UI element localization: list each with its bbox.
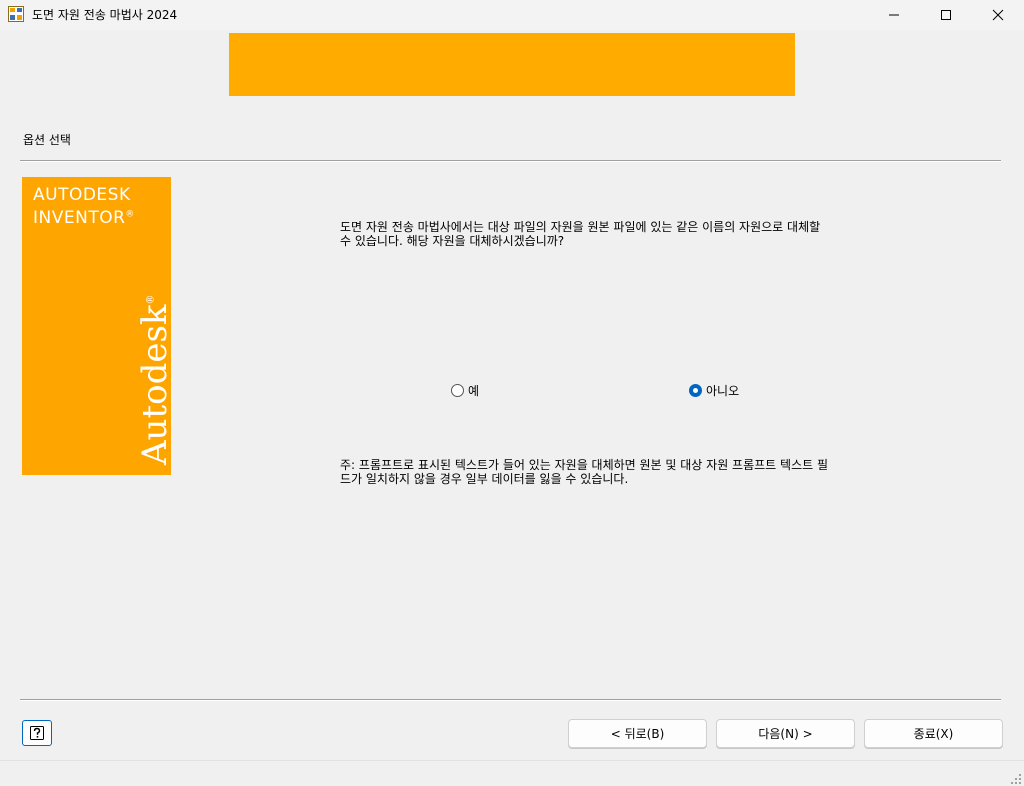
back-button[interactable]: < 뒤로(B): [568, 719, 707, 748]
status-bar: [0, 760, 1024, 786]
registered-mark: ®: [125, 209, 135, 220]
maximize-button[interactable]: [920, 0, 972, 30]
logo-text-inventor: INVENTOR®: [33, 208, 135, 228]
note-line-2: 드가 일치하지 않을 경우 일부 데이터를 잃을 수 있습니다.: [340, 472, 629, 486]
autodesk-vertical-logo: Autodesk®: [135, 294, 175, 465]
question-text: 도면 자원 전송 마법사에서는 대상 파일의 자원을 원본 파일에 있는 같은 …: [340, 220, 940, 248]
window-title: 도면 자원 전송 마법사 2024: [32, 8, 178, 22]
question-line-1: 도면 자원 전송 마법사에서는 대상 파일의 자원을 원본 파일에 있는 같은 …: [340, 220, 821, 234]
product-logo-panel: AUTODESK INVENTOR® Autodesk®: [22, 177, 175, 475]
logo-text-autodesk: AUTODESK: [33, 185, 131, 205]
logo-line1: AUTODESK: [33, 185, 131, 205]
header-banner: [229, 33, 795, 96]
logo-line2: INVENTOR: [33, 208, 126, 228]
section-title: 옵션 선택: [23, 133, 71, 147]
radio-unchecked-icon[interactable]: [451, 384, 464, 397]
divider-bottom: [20, 699, 1001, 701]
help-icon: [30, 726, 44, 740]
finish-button[interactable]: 종료(X): [864, 719, 1003, 748]
minimize-button[interactable]: [868, 0, 920, 30]
resize-grip-icon[interactable]: [1010, 773, 1022, 785]
logo-vertical-text: Autodesk: [135, 304, 175, 465]
radio-checked-icon[interactable]: [689, 384, 702, 397]
radio-option-yes[interactable]: 예: [451, 382, 479, 399]
wizard-window: 도면 자원 전송 마법사 2024 옵션 선택 AUTODESK INVENTO…: [0, 0, 1024, 786]
divider-top: [20, 160, 1001, 162]
maximize-icon: [941, 10, 951, 20]
minimize-icon: [889, 14, 899, 16]
help-button[interactable]: [22, 720, 52, 746]
close-icon: [992, 9, 1004, 21]
app-icon: [8, 6, 24, 22]
note-line-1: 주: 프롬프트로 표시된 텍스트가 들어 있는 자원을 대체하면 원본 및 대상…: [340, 458, 829, 472]
question-line-2: 수 있습니다. 해당 자원을 대체하시겠습니까?: [340, 234, 565, 248]
radio-option-no[interactable]: 아니오: [689, 382, 739, 399]
title-bar: 도면 자원 전송 마법사 2024: [0, 0, 1024, 30]
close-button[interactable]: [972, 0, 1024, 30]
radio-label-yes: 예: [468, 384, 480, 398]
vertical-registered-mark: ®: [145, 294, 157, 305]
note-text: 주: 프롬프트로 표시된 텍스트가 들어 있는 자원을 대체하면 원본 및 대상…: [340, 458, 940, 486]
radio-label-no: 아니오: [706, 384, 740, 398]
next-button[interactable]: 다음(N) >: [716, 719, 855, 748]
